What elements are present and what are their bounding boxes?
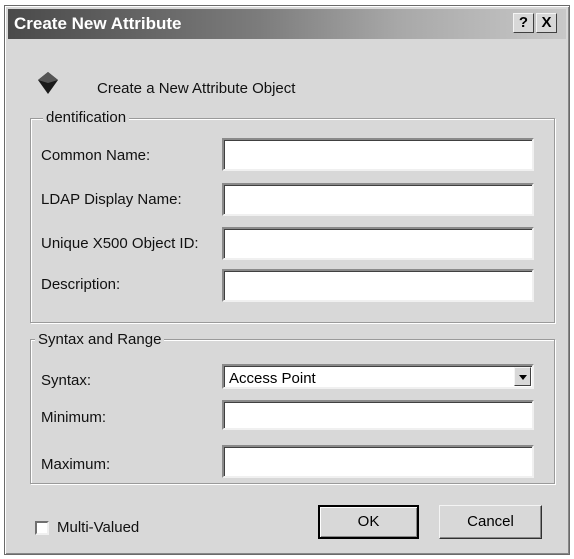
ldap-display-name-label: LDAP Display Name: [41,191,182,208]
syntax-range-group-label: Syntax and Range [35,331,165,348]
maximum-input[interactable] [222,445,534,478]
syntax-selected-value: Access Point [229,370,316,387]
maximum-label: Maximum: [41,456,111,473]
syntax-label: Syntax: [41,372,92,389]
object-id-label: Unique X500 Object ID: [41,235,199,252]
description-label: Description: [41,276,121,293]
object-id-input[interactable] [222,227,534,260]
ldap-display-name-input[interactable] [222,183,534,216]
attribute-object-icon [38,72,58,94]
create-attribute-dialog: Create New Attribute ? X Create a New At… [4,5,570,555]
multi-valued-checkbox[interactable] [35,521,49,535]
description-input[interactable] [222,269,534,302]
minimum-input[interactable] [222,400,534,430]
close-button[interactable]: X [536,13,557,33]
window-title: Create New Attribute [14,14,182,33]
cancel-button[interactable]: Cancel [439,505,542,539]
identification-group-label: dentification [43,109,130,126]
title-bar[interactable]: Create New Attribute ? X [8,9,566,39]
common-name-input[interactable] [222,138,534,171]
common-name-label: Common Name: [41,147,151,164]
multi-valued-label[interactable]: Multi-Valued [57,519,139,536]
syntax-select[interactable]: Access Point [222,364,534,389]
help-button[interactable]: ? [513,13,534,33]
ok-button[interactable]: OK [318,505,419,539]
minimum-label: Minimum: [41,409,107,426]
chevron-down-icon[interactable] [514,367,531,386]
dialog-heading: Create a New Attribute Object [97,80,296,97]
